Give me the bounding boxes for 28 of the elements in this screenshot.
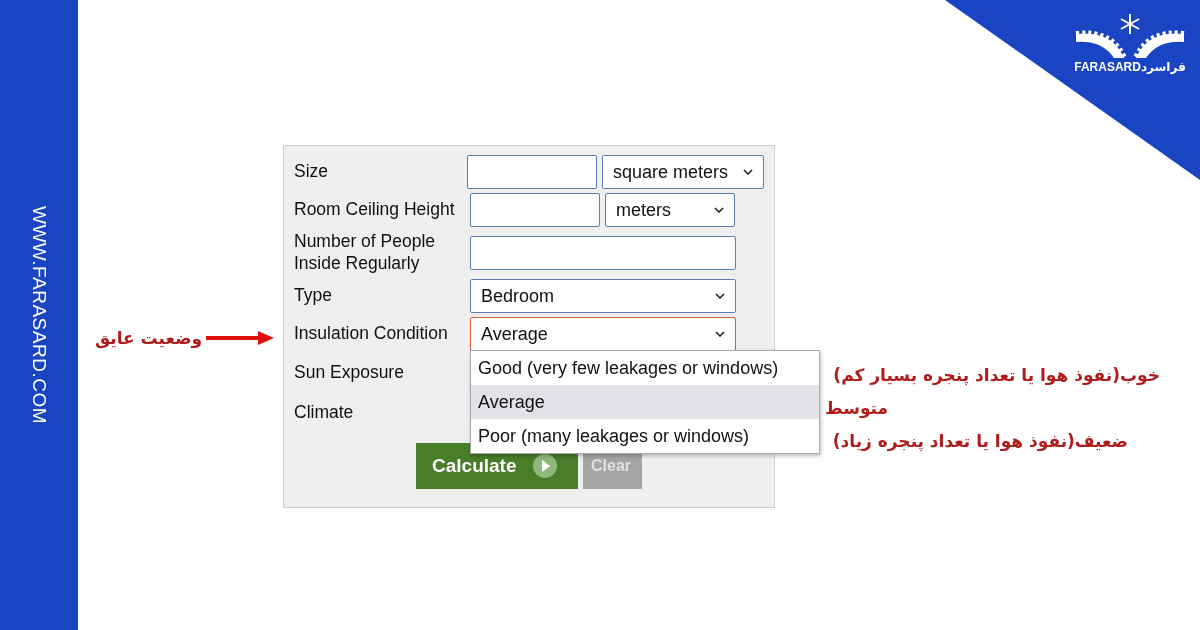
logo-wordmark: FARASARD xyxy=(1074,60,1141,74)
input-field[interactable] xyxy=(470,236,736,270)
input-field[interactable] xyxy=(467,155,597,189)
unit-select[interactable]: meters xyxy=(605,193,735,227)
unit-select[interactable]: square meters xyxy=(602,155,764,189)
input-field[interactable] xyxy=(470,193,600,227)
annotation-note: خوب(نفوذ هوا یا تعداد پنجره بسیار کم) xyxy=(833,364,1160,388)
field-label: Number of People Inside Regularly xyxy=(294,231,437,275)
dropdown-option[interactable]: Average xyxy=(471,385,819,419)
logo-wordmark-persian: فراسرد xyxy=(1140,60,1186,74)
field-label: Room Ceiling Height xyxy=(294,199,456,221)
dropdown-option[interactable]: Good (very few leakages or windows) xyxy=(471,351,819,385)
annotation-label: وضعیت عایق xyxy=(95,328,203,348)
annotation-note: متوسط xyxy=(825,397,889,420)
field-label: Sun Exposure xyxy=(294,362,405,384)
field-label: Insulation Condition xyxy=(294,323,449,345)
field-label: Climate xyxy=(294,402,355,424)
field-label: Type xyxy=(294,285,333,307)
field-label: Size xyxy=(294,161,330,183)
chevron-icon xyxy=(714,207,724,213)
chevron-icon xyxy=(743,169,753,175)
arrow-icon xyxy=(206,331,275,345)
annotation-note: ضعیف(نفوذ هوا یا تعداد پنجره زیاد) xyxy=(832,430,1128,454)
chevron-icon xyxy=(715,331,725,337)
dropdown-select[interactable]: Average xyxy=(470,317,736,351)
dropdown-select[interactable]: Bedroom xyxy=(470,279,736,313)
chevron-icon xyxy=(715,293,725,299)
website-url: WWW.FARASARD.COM xyxy=(28,205,50,425)
